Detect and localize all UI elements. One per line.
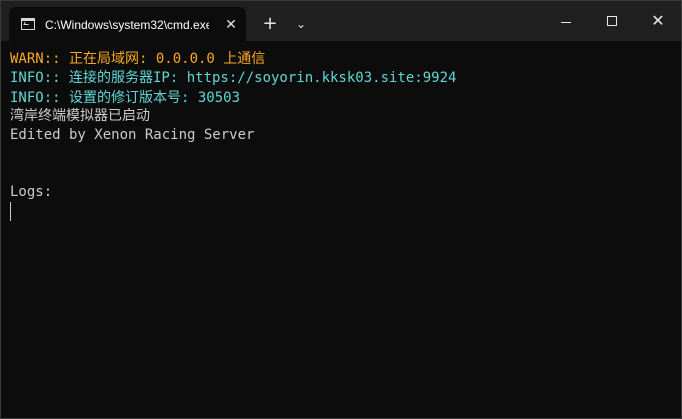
- log-line-started: 湾岸终端模拟器已启动: [10, 108, 150, 124]
- log-line-edited-by: Edited by Xenon Racing Server: [10, 127, 255, 143]
- close-window-button[interactable]: ✕: [635, 1, 681, 41]
- minimize-icon: [561, 22, 571, 23]
- minimize-button[interactable]: [543, 1, 589, 41]
- maximize-icon: [607, 16, 617, 26]
- close-icon: ✕: [651, 11, 665, 30]
- log-line-warn-network: WARN:: 正在局域网: 0.0.0.0 上通信: [10, 51, 266, 67]
- chevron-down-icon[interactable]: ⌄: [291, 14, 311, 34]
- log-line-info-revision: INFO:: 设置的修订版本号: 30503: [10, 90, 241, 106]
- maximize-button[interactable]: [589, 1, 635, 41]
- new-tab-button[interactable]: +: [259, 13, 281, 35]
- terminal-output[interactable]: WARN:: 正在局域网: 0.0.0.0 上通信 INFO:: 连接的服务器I…: [1, 41, 681, 418]
- text-cursor: [10, 202, 11, 221]
- tab-title: C:\Windows\system32\cmd.exe: [45, 18, 209, 32]
- logs-heading: Logs:: [10, 184, 53, 200]
- terminal-icon: [21, 18, 35, 30]
- close-tab-icon[interactable]: ✕: [223, 17, 239, 33]
- terminal-window: C:\Windows\system32\cmd.exe ✕ + ⌄ ✕ WARN…: [0, 0, 682, 419]
- log-line-info-server-ip: INFO:: 连接的服务器IP: https://soyorin.kksk03.…: [10, 70, 457, 86]
- tab-cmd[interactable]: C:\Windows\system32\cmd.exe ✕: [9, 7, 246, 41]
- title-bar[interactable]: C:\Windows\system32\cmd.exe ✕ + ⌄ ✕: [1, 1, 681, 41]
